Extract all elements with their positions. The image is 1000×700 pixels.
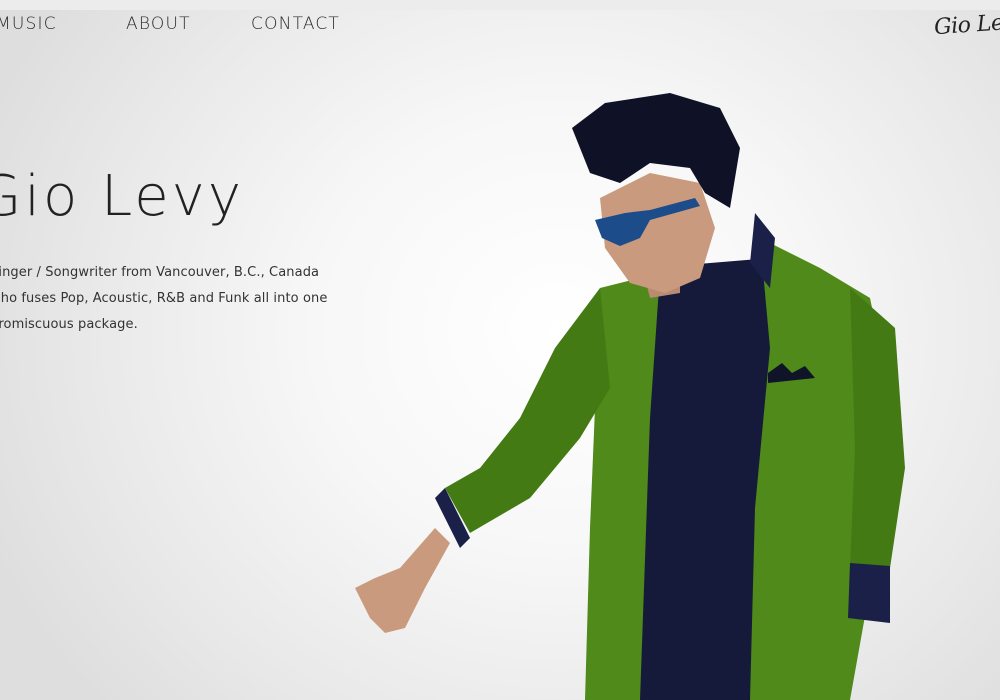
bio-line: Singer / Songwriter from Vancouver, B.C.… [0,265,320,280]
nav-music[interactable]: MUSIC [0,14,57,34]
top-strip [0,0,1000,10]
sleeve-left [445,288,610,533]
bio-line: who fuses Pop, Acoustic, R&B and Funk al… [0,291,328,306]
nav-contact[interactable]: CONTACT [251,14,340,34]
artist-bio: Singer / Songwriter from Vancouver, B.C.… [0,260,327,338]
artist-name-title: Gio Levy [0,164,244,229]
hand [355,528,450,633]
sleeve-right [850,288,905,568]
nav-about[interactable]: ABOUT [126,14,191,34]
signature-logo[interactable]: Gio Levy [933,9,1000,40]
cuff-right [848,563,890,623]
artist-photo [355,93,905,700]
bio-line: promiscuous package. [0,317,138,332]
